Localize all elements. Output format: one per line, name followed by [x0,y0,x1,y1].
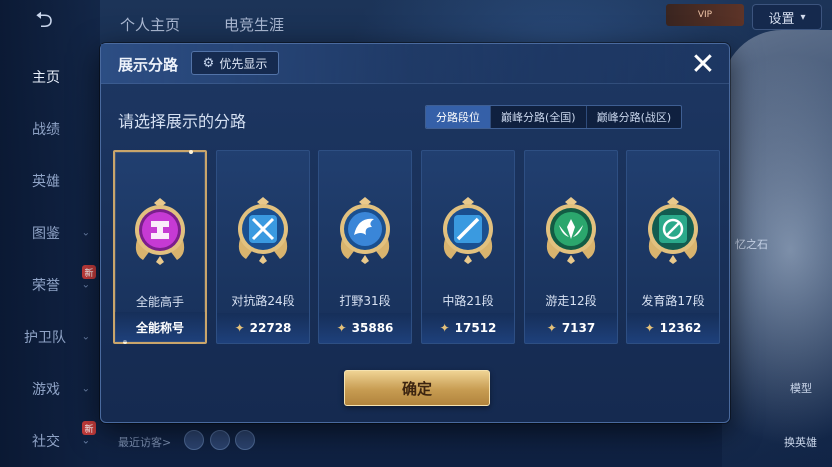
lane-card-footer: ✦ 12362 [627,313,719,343]
selection-corner-dot [189,150,193,154]
lane-card-name: 游走12段 [545,294,597,308]
new-badge: 新 [82,421,96,435]
priority-display-button[interactable]: ⚙ 优先显示 [191,51,279,75]
back-arrow-icon: ⮌ [35,8,53,33]
tab-esports-career[interactable]: 电竞生涯 [224,14,284,35]
visitor-avatar[interactable] [184,430,204,450]
lane-card-list: 全能高手 全能称号 对抗路24段 ✦ 22728 打野31段 ✦ 35886 中… [113,150,721,344]
lane-card-footer: ✦ 7137 [525,313,617,343]
settings-button[interactable]: 设置 ▾ [752,4,822,30]
confirm-button[interactable]: 确定 [344,370,490,406]
sidebar-item-heroes[interactable]: 英雄 [0,168,100,194]
lane-card-clash[interactable]: 对抗路24段 ✦ 22728 [216,150,310,344]
recent-visitors-link[interactable]: 最近访客> [118,434,171,450]
jungle-icon [340,197,390,264]
side-skin-label[interactable]: 忆之石 [735,236,768,252]
sidebar-item-label: 英雄 [32,174,60,190]
lane-card-footer: ✦ 22728 [217,313,309,343]
roam-icon [546,197,596,264]
chevron-down-icon: ⌄ [81,435,90,447]
sidebar-item-guard-team[interactable]: 护卫队 ⌄ [0,324,100,350]
dialog-title: 展示分路 [118,56,179,74]
chevron-down-icon: ▾ [800,11,806,23]
visitor-avatar[interactable] [210,430,230,450]
gear-icon: ⚙ [202,55,215,71]
sidebar-item-label: 主页 [32,70,60,86]
lane-card-roam[interactable]: 游走12段 ✦ 7137 [524,150,618,344]
visitor-avatar[interactable] [235,430,255,450]
tab-peak-lane-national[interactable]: 巅峰分路(全国) [490,106,586,128]
sidebar-item-game[interactable]: 游戏 ⌄ [0,376,100,402]
lane-card-jungle[interactable]: 打野31段 ✦ 35886 [318,150,412,344]
close-button[interactable]: ✕ [687,49,719,81]
lane-card-points: 12362 [659,321,702,335]
sidebar-item-collection[interactable]: 图鉴 ⌄ [0,220,100,246]
switch-hero-button[interactable]: 换英雄 [784,434,817,450]
lane-display-dialog: 展示分路 ⚙ 优先显示 ✕ 请选择展示的分路 分路段位 巅峰分路(全国) 巅峰分… [100,43,730,423]
peak-points-icon: ✦ [644,321,655,335]
lane-card-footer: ✦ 17512 [422,313,514,343]
lane-card-mid[interactable]: 中路21段 ✦ 17512 [421,150,515,344]
lane-card-footer: 全能称号 [115,312,205,342]
chevron-down-icon: ⌄ [81,383,90,395]
sidebar-item-honor[interactable]: 荣誉 新 ⌄ [0,265,100,298]
sidebar-item-label: 社交 [32,434,60,450]
back-button[interactable]: ⮌ [20,8,68,34]
left-sidebar: ⮌ 主页 战绩 英雄 图鉴 ⌄ 荣誉 新 ⌄ 护卫队 ⌄ 游戏 ⌄ 社交 新 ⌄ [0,0,100,467]
close-icon: ✕ [690,47,716,82]
chevron-down-icon: ⌄ [81,279,90,291]
vip-banner[interactable]: VIP [666,4,744,26]
sidebar-item-record[interactable]: 战绩 [0,116,100,142]
peak-points-icon: ✦ [234,321,245,335]
farm-lane-icon [648,197,698,264]
lane-card-name: 全能高手 [135,295,184,309]
model-button[interactable]: 模型 [790,380,812,396]
peak-points-icon: ✦ [336,321,347,335]
lane-tabs: 分路段位 巅峰分路(全国) 巅峰分路(战区) [425,105,683,129]
peak-points-icon: ✦ [546,321,557,335]
sidebar-item-label: 图鉴 [32,226,60,242]
dialog-subtitle: 请选择展示的分路 [118,112,247,131]
lane-card-footer: ✦ 35886 [319,313,411,343]
lane-card-name: 中路21段 [442,294,494,308]
lane-card-points: 35886 [351,321,394,335]
sidebar-item-home[interactable]: 主页 [0,64,100,90]
tab-peak-lane-region[interactable]: 巅峰分路(战区) [585,106,682,128]
chevron-down-icon: ⌄ [81,227,90,239]
sidebar-item-label: 游戏 [32,382,60,398]
all-round-icon [135,198,185,265]
lane-card-title: 全能称号 [135,320,184,335]
dialog-header: 展示分路 ⚙ 优先显示 ✕ [101,44,729,84]
lane-card-points: 22728 [249,321,292,335]
lane-card-name: 发育路17段 [641,294,705,308]
lane-card-name: 打野31段 [339,294,391,308]
chevron-down-icon: ⌄ [81,331,90,343]
lane-card-farm[interactable]: 发育路17段 ✦ 12362 [626,150,720,344]
lane-card-name: 对抗路24段 [231,294,295,308]
sidebar-item-label: 护卫队 [24,330,66,346]
settings-label: 设置 [768,11,795,27]
sidebar-item-label: 战绩 [32,122,60,138]
lane-card-all-round[interactable]: 全能高手 全能称号 [113,150,207,344]
new-badge: 新 [82,265,96,279]
peak-points-icon: ✦ [439,321,450,335]
clash-lane-icon [238,197,288,264]
lane-card-points: 17512 [454,321,497,335]
tab-profile[interactable]: 个人主页 [120,14,180,35]
lane-card-points: 7137 [561,321,596,335]
mid-lane-icon [443,197,493,264]
priority-display-label: 优先显示 [219,56,268,71]
tab-lane-rank[interactable]: 分路段位 [426,106,490,128]
sidebar-item-label: 荣誉 [32,278,60,294]
sidebar-item-social[interactable]: 社交 新 ⌄ [0,421,100,454]
